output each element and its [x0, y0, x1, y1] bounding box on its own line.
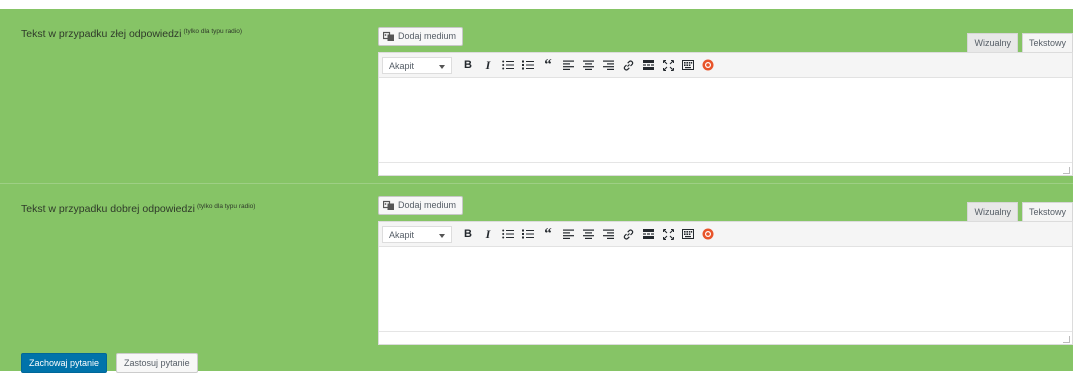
format-select[interactable]: Akapit: [382, 225, 452, 243]
resize-handle[interactable]: [1063, 167, 1070, 174]
add-media-label: Dodaj medium: [398, 200, 457, 210]
add-media-label: Dodaj medium: [398, 31, 457, 41]
apply-question-button[interactable]: Zastosuj pytanie: [116, 353, 198, 373]
align-right-icon[interactable]: [598, 224, 618, 244]
question-panel: Tekst w przypadku złej odpowiedzi (tylko …: [0, 9, 1073, 373]
wrong-answer-label: Tekst w przypadku złej odpowiedzi (tylko …: [21, 28, 242, 40]
form-actions: Zachowaj pytanie Zastosuj pytanie: [21, 353, 198, 373]
add-media-icon: [383, 200, 395, 211]
editor-content[interactable]: [379, 78, 1072, 162]
numbered-list-icon[interactable]: [518, 55, 538, 75]
italic-icon[interactable]: I: [478, 224, 498, 244]
add-media-icon: [383, 31, 395, 42]
format-select-value: Akapit: [389, 229, 415, 240]
chevron-down-icon: [439, 233, 445, 238]
toolbar-toggle-icon[interactable]: [678, 224, 698, 244]
align-right-icon[interactable]: [598, 55, 618, 75]
align-center-icon[interactable]: [578, 224, 598, 244]
resize-handle[interactable]: [1063, 336, 1070, 343]
bullet-list-icon[interactable]: [498, 55, 518, 75]
editor-frame: Akapit B I “: [378, 52, 1073, 176]
link-icon[interactable]: [618, 55, 638, 75]
bold-icon[interactable]: B: [458, 224, 478, 244]
editor-tabs: Wizualny Tekstowy: [967, 33, 1073, 53]
field-note: (tylko dla typu radio): [183, 28, 243, 35]
read-more-icon[interactable]: [638, 55, 658, 75]
italic-icon[interactable]: I: [478, 55, 498, 75]
plugin-icon[interactable]: [698, 55, 718, 75]
tab-visual[interactable]: Wizualny: [967, 33, 1018, 53]
field-label: Tekst w przypadku złej odpowiedzi: [21, 28, 182, 40]
wrong-answer-row: Tekst w przypadku złej odpowiedzi (tylko …: [0, 9, 1073, 184]
save-question-button[interactable]: Zachowaj pytanie: [21, 353, 108, 373]
correct-answer-row: Tekst w przypadku dobrej odpowiedzi (tylk…: [0, 184, 1073, 345]
editor-toolbar: Akapit B I “: [379, 53, 1072, 78]
add-media-button[interactable]: Dodaj medium: [378, 196, 464, 215]
editor-toolbar: Akapit B I “: [379, 222, 1072, 247]
editor-content[interactable]: [379, 247, 1072, 331]
align-left-icon[interactable]: [558, 55, 578, 75]
editor-statusbar: [379, 331, 1072, 344]
bullet-list-icon[interactable]: [498, 224, 518, 244]
fullscreen-icon[interactable]: [658, 224, 678, 244]
link-icon[interactable]: [618, 224, 638, 244]
read-more-icon[interactable]: [638, 224, 658, 244]
tab-text[interactable]: Tekstowy: [1021, 202, 1073, 222]
tab-text[interactable]: Tekstowy: [1021, 33, 1073, 53]
correct-answer-label: Tekst w przypadku dobrej odpowiedzi (tylk…: [21, 203, 255, 215]
format-select[interactable]: Akapit: [382, 56, 452, 74]
tab-visual[interactable]: Wizualny: [967, 202, 1018, 222]
align-left-icon[interactable]: [558, 224, 578, 244]
add-media-button[interactable]: Dodaj medium: [378, 27, 464, 46]
numbered-list-icon[interactable]: [518, 224, 538, 244]
blockquote-icon[interactable]: “: [538, 55, 558, 75]
blockquote-icon[interactable]: “: [538, 224, 558, 244]
editor-statusbar: [379, 162, 1072, 175]
align-center-icon[interactable]: [578, 55, 598, 75]
plugin-icon[interactable]: [698, 224, 718, 244]
format-select-value: Akapit: [389, 60, 415, 71]
bold-icon[interactable]: B: [458, 55, 478, 75]
editor-tabs: Wizualny Tekstowy: [967, 202, 1073, 222]
field-note: (tylko dla typu radio): [196, 203, 256, 210]
toolbar-toggle-icon[interactable]: [678, 55, 698, 75]
fullscreen-icon[interactable]: [658, 55, 678, 75]
chevron-down-icon: [439, 64, 445, 69]
editor-frame: Akapit B I “: [378, 221, 1073, 345]
field-label: Tekst w przypadku dobrej odpowiedzi: [21, 203, 195, 215]
